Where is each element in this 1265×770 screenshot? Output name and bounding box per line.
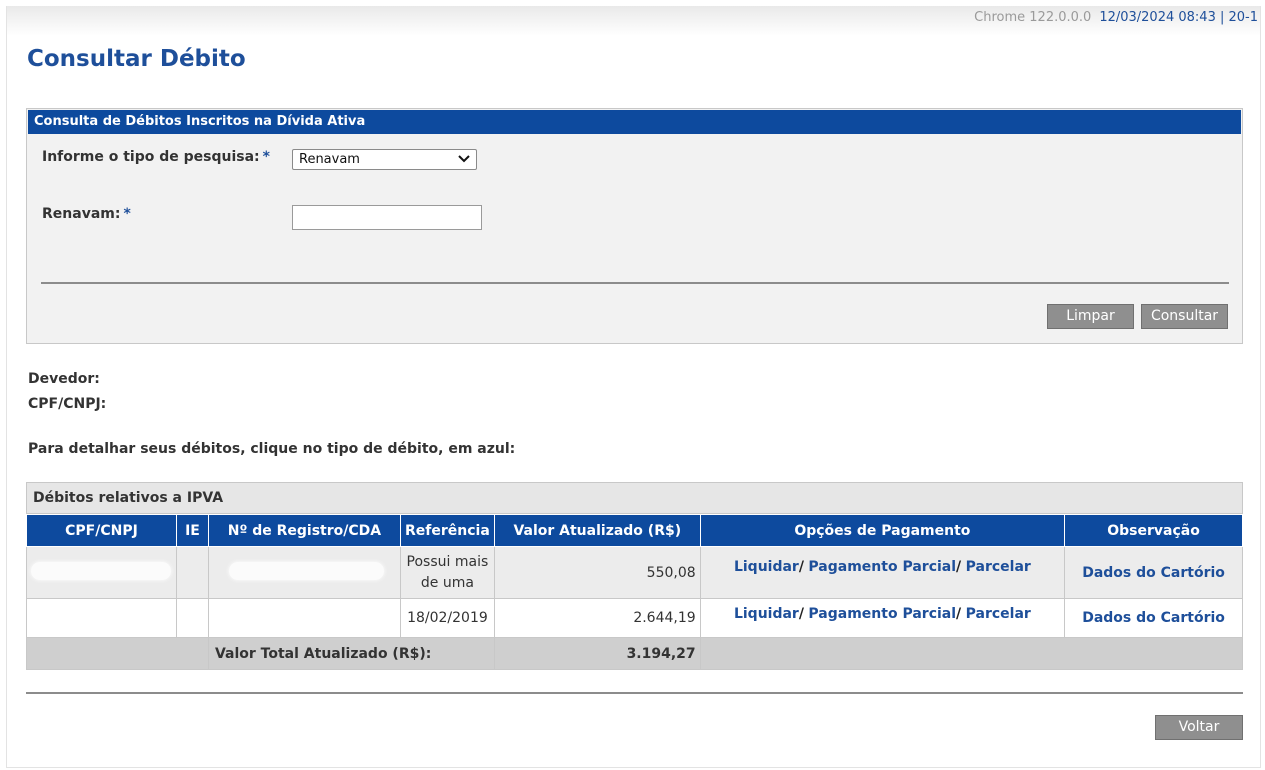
clear-button[interactable]: Limpar <box>1047 304 1134 329</box>
col-opcoes: Opções de Pagamento <box>699 514 1066 547</box>
instructions-text: Para detalhar seus débitos, clique no ti… <box>28 441 516 457</box>
liquidar-link[interactable]: Liquidar <box>734 559 799 575</box>
cpf-cnpj-label: CPF/CNPJ: <box>28 396 107 412</box>
dados-cartorio-link[interactable]: Dados do Cartório <box>1082 610 1225 626</box>
search-type-label: Informe o tipo de pesquisa: * <box>42 149 270 165</box>
table-row: Possui mais de uma 550,08 Liquidar/ Paga… <box>26 546 1243 599</box>
session-info: Chrome 122.0.0.0 12/03/2024 08:43 | 20-1 <box>974 10 1258 25</box>
col-observacao: Observação <box>1064 514 1243 547</box>
cda-cell <box>207 598 401 638</box>
debts-table: CPF/CNPJ IE Nº de Registro/CDA Referênci… <box>26 514 1244 670</box>
total-spacer <box>26 637 209 670</box>
value-cell: 550,08 <box>493 546 701 599</box>
devedor-label: Devedor: <box>28 371 100 387</box>
search-type-select[interactable]: Renavam <box>292 149 477 170</box>
chevron-down-icon <box>458 155 470 163</box>
col-ie: IE <box>175 514 209 547</box>
observation-cell: Dados do Cartório <box>1064 598 1243 638</box>
col-referencia: Referência <box>399 514 495 547</box>
ie-cell <box>175 546 209 599</box>
liquidar-link[interactable]: Liquidar <box>734 606 799 622</box>
top-bar: Chrome 122.0.0.0 12/03/2024 08:43 | 20-1 <box>7 6 1260 36</box>
table-header-row: CPF/CNPJ IE Nº de Registro/CDA Referênci… <box>26 514 1243 547</box>
bottom-divider <box>26 692 1243 694</box>
payment-options: Liquidar/ Pagamento Parcial/ Parcelar <box>699 598 1066 638</box>
debts-section-title: Débitos relativos a IPVA <box>26 482 1243 514</box>
dados-cartorio-link[interactable]: Dados do Cartório <box>1082 565 1225 581</box>
required-mark: * <box>123 206 131 222</box>
total-filler <box>699 637 1244 670</box>
parcelar-link[interactable]: Parcelar <box>966 559 1031 575</box>
submit-button[interactable]: Consultar <box>1141 304 1228 329</box>
table-row: 18/02/2019 2.644,19 Liquidar/ Pagamento … <box>26 598 1243 638</box>
pagamento-parcial-link[interactable]: Pagamento Parcial <box>808 606 956 622</box>
total-row: Valor Total Atualizado (R$): 3.194,27 <box>26 637 1244 670</box>
col-valor: Valor Atualizado (R$) <box>493 514 701 547</box>
cpf-cell <box>26 598 177 638</box>
pagamento-parcial-link[interactable]: Pagamento Parcial <box>808 559 956 575</box>
cpf-cell-redacted <box>26 546 177 599</box>
ie-cell <box>175 598 209 638</box>
browser-version: Chrome 122.0.0.0 <box>974 10 1092 25</box>
observation-cell: Dados do Cartório <box>1064 546 1243 599</box>
search-panel: Consulta de Débitos Inscritos na Dívida … <box>26 108 1243 344</box>
payment-options: Liquidar/ Pagamento Parcial/ Parcelar <box>699 546 1066 599</box>
col-cpf-cnpj: CPF/CNPJ <box>26 514 177 547</box>
total-label: Valor Total Atualizado (R$): <box>207 637 495 670</box>
session-datetime: 12/03/2024 08:43 | 20-1 <box>1099 10 1258 25</box>
renavam-input[interactable] <box>292 205 482 230</box>
page: Chrome 122.0.0.0 12/03/2024 08:43 | 20-1 … <box>6 6 1261 768</box>
col-registro-cda: Nº de Registro/CDA <box>207 514 401 547</box>
reference-cell: 18/02/2019 <box>399 598 495 638</box>
parcelar-link[interactable]: Parcelar <box>966 606 1031 622</box>
renavam-label: Renavam: * <box>42 206 131 222</box>
search-type-value: Renavam <box>299 152 360 167</box>
value-cell: 2.644,19 <box>493 598 701 638</box>
page-title: Consultar Débito <box>27 46 246 72</box>
cda-cell-redacted <box>207 546 401 599</box>
reference-cell: Possui mais de uma <box>399 546 495 599</box>
panel-divider <box>41 282 1229 284</box>
back-button[interactable]: Voltar <box>1155 715 1243 740</box>
search-panel-title: Consulta de Débitos Inscritos na Dívida … <box>28 110 1241 134</box>
required-mark: * <box>262 149 270 165</box>
total-value: 3.194,27 <box>493 637 701 670</box>
